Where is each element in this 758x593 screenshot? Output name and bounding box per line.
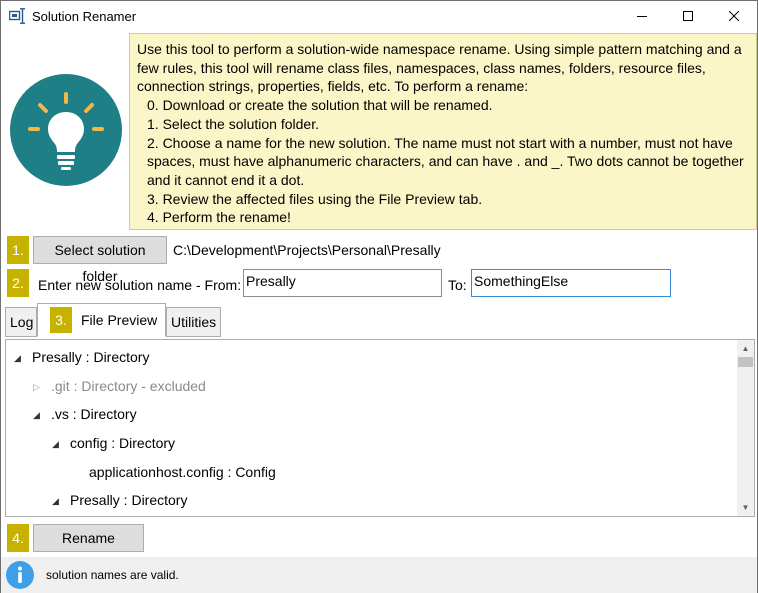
tab-file-preview-label: File Preview <box>81 312 158 328</box>
tree-node[interactable]: ◢ .vs : Directory <box>33 406 137 422</box>
maximize-button[interactable] <box>665 1 711 31</box>
tree-node[interactable]: applicationhost.config : Config <box>89 464 276 480</box>
tree-node[interactable]: ◢ Presally : Directory <box>14 349 149 365</box>
tab-utilities[interactable]: Utilities <box>166 307 221 337</box>
maximize-icon <box>683 11 693 21</box>
app-window: Solution Renamer Use this tool to perfor… <box>0 0 758 593</box>
step-2-badge: 2. <box>7 269 29 297</box>
scroll-up-icon[interactable]: ▲ <box>737 340 754 357</box>
minimize-button[interactable] <box>619 1 665 31</box>
step-4-badge: 4. <box>7 524 29 552</box>
close-icon <box>729 11 739 21</box>
file-preview-tree[interactable]: ◢ Presally : Directory ▷ .git : Director… <box>5 339 755 517</box>
rename-solution-button[interactable]: Rename solution! <box>33 524 144 572</box>
instruction-step: 4. Perform the rename! <box>147 209 291 226</box>
status-bar: solution names are valid. <box>1 557 757 593</box>
instruction-step: 2. Choose a name for the new solution. T… <box>147 134 744 188</box>
status-message: solution names are valid. <box>46 568 179 582</box>
tab-log-label: Log <box>10 314 34 330</box>
step-1-badge: 1. <box>7 236 29 264</box>
tab-log[interactable]: Log <box>5 307 37 337</box>
close-button[interactable] <box>711 1 757 31</box>
tab-utilities-label: Utilities <box>171 314 217 330</box>
rename-app-icon <box>9 8 25 24</box>
tree-scrollbar[interactable]: ▲ ▼ <box>737 340 754 516</box>
expanded-arrow-icon[interactable]: ◢ <box>33 410 40 421</box>
select-solution-folder-button[interactable]: Select solution folder <box>33 236 167 284</box>
lightbulb-icon <box>10 74 122 186</box>
collapsed-arrow-icon[interactable]: ▷ <box>33 382 40 393</box>
instructions-intro: Use this tool to perform a solution-wide… <box>137 41 742 95</box>
tree-node[interactable]: ◢ config : Directory <box>52 435 175 451</box>
expanded-arrow-icon[interactable]: ◢ <box>52 439 59 450</box>
info-icon <box>6 561 34 589</box>
scroll-down-icon[interactable]: ▼ <box>737 499 754 516</box>
window-title: Solution Renamer <box>32 9 137 24</box>
instruction-step: 0. Download or create the solution that … <box>147 97 493 114</box>
expanded-arrow-icon[interactable]: ◢ <box>14 353 21 364</box>
new-name-label: Enter new solution name - From: <box>38 277 242 293</box>
to-name-input[interactable]: SomethingElse <box>471 269 671 297</box>
title-bar[interactable]: Solution Renamer <box>1 1 757 31</box>
minimize-icon <box>637 16 647 17</box>
tab-file-preview[interactable]: 3. File Preview <box>37 303 166 337</box>
step-3-badge: 3. <box>50 307 72 333</box>
instruction-step: 1. Select the solution folder. <box>147 115 319 132</box>
to-label: To: <box>448 277 467 293</box>
tree-node[interactable]: ▷ .git : Directory - excluded <box>33 378 206 394</box>
solution-path: C:\Development\Projects\Personal\Presall… <box>173 242 441 258</box>
scroll-thumb[interactable] <box>738 357 753 367</box>
instruction-step: 3. Review the affected files using the F… <box>147 190 483 207</box>
from-name-input[interactable]: Presally <box>243 269 442 297</box>
instructions-steps: 0. Download or create the solution that … <box>137 96 748 227</box>
tree-node[interactable]: ◢ Presally : Directory <box>52 492 187 508</box>
expanded-arrow-icon[interactable]: ◢ <box>52 496 59 507</box>
instructions-panel: Use this tool to perform a solution-wide… <box>129 33 757 230</box>
